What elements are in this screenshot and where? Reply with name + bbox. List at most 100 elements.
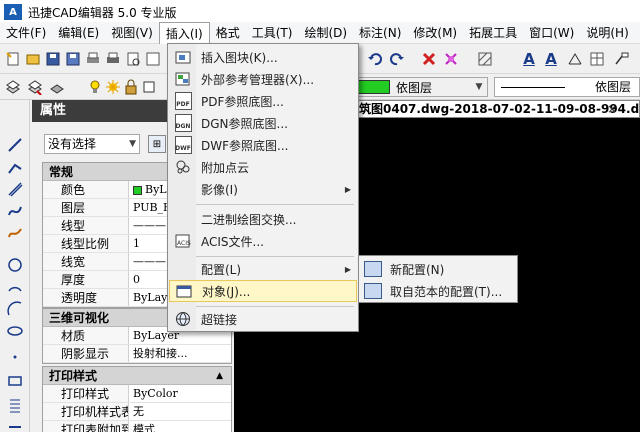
- close-icon[interactable]: ×: [607, 101, 617, 117]
- delete-icon[interactable]: [420, 50, 438, 68]
- prop-value[interactable]: ByColor: [129, 385, 231, 402]
- menu-item-raster-image[interactable]: 影像(I) ▶: [169, 178, 357, 200]
- block-icon: [172, 47, 194, 67]
- menu-item-pdf-underlay[interactable]: PDF PDF参照底图...: [169, 90, 357, 112]
- menu-edit[interactable]: 编辑(E): [52, 22, 105, 44]
- plot-style-section: 打印样式 ▲ 打印样式 ByColor 打印机样式表 无 打印表附加到 模式: [42, 366, 232, 432]
- menu-draw[interactable]: 绘制(D): [298, 22, 353, 44]
- menu-format[interactable]: 格式: [210, 22, 246, 44]
- print-icon[interactable]: [104, 50, 122, 68]
- prop-name: 打印样式: [43, 385, 129, 402]
- point-tool-icon[interactable]: [6, 348, 24, 366]
- prop-row-plot-attached[interactable]: 打印表附加到 模式: [43, 421, 231, 432]
- menu-item-point-cloud[interactable]: 附加点云: [169, 156, 357, 178]
- menu-view[interactable]: 视图(V): [105, 22, 159, 44]
- preview-icon[interactable]: [144, 50, 162, 68]
- layer-manager-icon[interactable]: [4, 78, 22, 96]
- quick-select-icon[interactable]: ⊞: [148, 135, 166, 153]
- prop-name: 打印表附加到: [43, 421, 129, 432]
- linetype-value: 依图层: [595, 80, 632, 94]
- menu-item-xref-manager[interactable]: 外部参考管理器(X)...: [169, 68, 357, 90]
- polyline-tool-icon[interactable]: [6, 158, 24, 176]
- menu-dimension[interactable]: 标注(N): [353, 22, 407, 44]
- prop-row-plot-style[interactable]: 打印样式 ByColor: [43, 385, 231, 403]
- ray-tool-icon[interactable]: [6, 180, 24, 198]
- region-tool-icon[interactable]: [6, 418, 24, 432]
- lock-icon[interactable]: [122, 78, 140, 96]
- circle-tool-icon[interactable]: [6, 256, 24, 274]
- layer-state-icon[interactable]: [26, 78, 44, 96]
- save-icon[interactable]: [44, 50, 62, 68]
- prop-row-plot-table[interactable]: 打印机样式表 无: [43, 403, 231, 421]
- arc-3p-tool-icon[interactable]: [6, 300, 24, 318]
- menu-item-acis-file[interactable]: ACIS ACIS文件...: [169, 230, 357, 252]
- prop-value[interactable]: 模式: [129, 421, 231, 432]
- section-title: 打印样式: [49, 369, 98, 383]
- chevron-down-icon: ▼: [129, 139, 136, 149]
- arc-tool-icon[interactable]: [6, 278, 24, 296]
- explode-icon[interactable]: [442, 50, 460, 68]
- multileader-style-icon[interactable]: [612, 50, 630, 68]
- revision-cloud-icon[interactable]: [6, 224, 24, 242]
- document-tab[interactable]: 筑图0407.dwg-2018-07-02-11-09-08-994.dwg ×: [318, 100, 640, 118]
- menu-item-hyperlink[interactable]: 超链接: [169, 308, 357, 330]
- menu-item-label: 二进制绘图交换...: [201, 212, 297, 227]
- line-tool-icon[interactable]: [6, 136, 24, 154]
- prop-value[interactable]: 投射和接...: [129, 345, 231, 362]
- text-style-2-icon[interactable]: A: [542, 50, 560, 68]
- ellipse-tool-icon[interactable]: [6, 322, 24, 340]
- menu-file[interactable]: 文件(F): [0, 22, 52, 44]
- document-tab-title: 筑图0407.dwg-2018-07-02-11-09-08-994.dwg: [359, 102, 640, 116]
- menu-item-ole-object[interactable]: 对象(J)...: [169, 280, 357, 302]
- menu-extend-tools[interactable]: 拓展工具: [463, 22, 523, 44]
- undo-icon[interactable]: [366, 50, 384, 68]
- light-bulb-icon[interactable]: [86, 78, 104, 96]
- menu-separator: [196, 204, 354, 205]
- menu-item-dgn-underlay[interactable]: DGN DGN参照底图...: [169, 112, 357, 134]
- save-as-icon[interactable]: [64, 50, 82, 68]
- properties-icon[interactable]: [124, 50, 142, 68]
- dimension-style-icon[interactable]: [566, 50, 584, 68]
- menu-item-layout-from-template[interactable]: 取自范本的配置(T)...: [360, 280, 516, 302]
- menu-item-label: 附加点云: [201, 160, 250, 175]
- sun-freeze-icon[interactable]: [104, 78, 122, 96]
- menu-item-new-layout[interactable]: 新配置(N): [360, 258, 516, 280]
- menu-item-layout[interactable]: 配置(L) ▶: [169, 258, 357, 280]
- new-file-icon[interactable]: [4, 50, 22, 68]
- print-preview-icon[interactable]: [84, 50, 102, 68]
- xref-icon: [172, 69, 194, 89]
- prop-value[interactable]: 无: [129, 403, 231, 420]
- menu-window[interactable]: 窗口(W): [523, 22, 580, 44]
- helix-tool-icon[interactable]: [6, 396, 24, 414]
- menu-item-label: DWF参照底图...: [201, 138, 289, 153]
- prop-row-shadow[interactable]: 阴影显示 投射和接...: [43, 345, 231, 363]
- menu-separator: [196, 256, 354, 257]
- app-window: A 迅捷CAD编辑器 5.0 专业版 文件(F) 编辑(E) 视图(V) 插入(…: [0, 0, 640, 432]
- menu-help[interactable]: 说明(H): [580, 22, 634, 44]
- linetype-combo[interactable]: 依图层: [494, 77, 640, 97]
- rectangle-tool-icon[interactable]: [6, 372, 24, 390]
- menu-tools[interactable]: 工具(T): [246, 22, 299, 44]
- submenu-arrow-icon: ▶: [344, 184, 351, 194]
- menu-item-binary-exchange[interactable]: 二进制绘图交换...: [169, 208, 357, 230]
- text-style-icon[interactable]: A: [520, 50, 538, 68]
- menu-modify[interactable]: 修改(M): [407, 22, 463, 44]
- table-style-icon[interactable]: [588, 50, 606, 68]
- menu-insert[interactable]: 插入(I): [158, 21, 210, 44]
- menu-item-insert-block[interactable]: 插入图块(K)...: [169, 46, 357, 68]
- hatch-icon[interactable]: [476, 50, 494, 68]
- new-layout-icon: [364, 261, 382, 277]
- layer-previous-icon[interactable]: [48, 78, 66, 96]
- submenu-arrow-icon: ▶: [344, 264, 351, 274]
- layer-color-square-icon[interactable]: [140, 78, 158, 96]
- redo-icon[interactable]: [388, 50, 406, 68]
- pdf-icon: PDF: [172, 91, 194, 111]
- spline-tool-icon[interactable]: [6, 202, 24, 220]
- section-header-plot[interactable]: 打印样式 ▲: [43, 367, 231, 385]
- selection-dropdown[interactable]: 没有选择 ▼: [44, 134, 140, 154]
- open-file-icon[interactable]: [24, 50, 42, 68]
- menu-item-label: ACIS文件...: [201, 234, 264, 249]
- prop-name: 打印机样式表: [43, 403, 129, 420]
- menu-item-dwf-underlay[interactable]: DWF DWF参照底图...: [169, 134, 357, 156]
- prop-name: 颜色: [43, 181, 129, 198]
